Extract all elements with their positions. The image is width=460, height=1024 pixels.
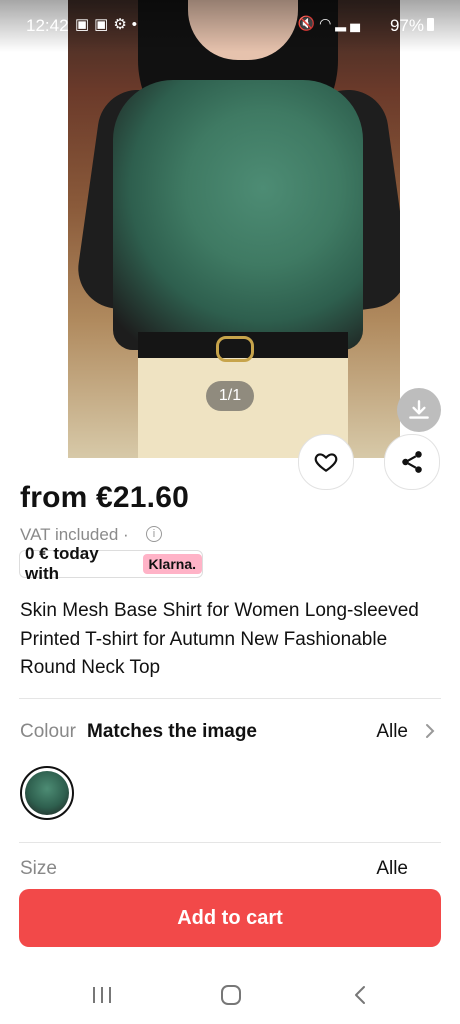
vat-label: VAT included	[20, 525, 119, 544]
size-label: Size	[20, 858, 57, 879]
chevron-right-icon[interactable]	[424, 722, 436, 745]
recent-apps-button[interactable]	[82, 978, 122, 1012]
product-price: from €21.60	[20, 481, 189, 514]
download-button[interactable]	[397, 388, 441, 432]
status-bar: 12:42 ▣▣⚙• 🔇◠▂▄ 97%	[0, 0, 460, 52]
swatch-image	[25, 771, 69, 815]
divider	[19, 842, 441, 843]
search-button[interactable]	[408, 53, 444, 89]
divider	[19, 698, 441, 699]
colour-all-link[interactable]: Alle	[376, 721, 408, 743]
search-icon	[415, 60, 437, 82]
info-icon[interactable]: i	[146, 526, 162, 542]
product-title: Skin Mesh Base Shirt for Women Long-slee…	[20, 600, 419, 678]
image-counter: 1/1	[206, 381, 254, 411]
size-all-link[interactable]: Alle	[376, 858, 408, 880]
colour-value: Matches the image	[87, 721, 257, 742]
home-button[interactable]	[211, 978, 251, 1012]
colour-swatch-selected[interactable]	[20, 766, 74, 820]
share-button[interactable]	[384, 434, 440, 490]
nav-back-icon	[355, 986, 365, 1004]
heart-icon	[314, 453, 338, 472]
klarna-badge[interactable]: 0 € today with Klarna.	[19, 544, 203, 583]
signal-icons: 🔇◠▂▄	[297, 15, 364, 31]
back-arrow-icon	[23, 62, 43, 80]
add-to-cart-button[interactable]: Add to cart	[19, 889, 441, 947]
photo-shirt	[113, 80, 363, 350]
battery-icon	[427, 18, 434, 31]
klarna-logo: Klarna.	[142, 554, 202, 574]
home-icon	[221, 985, 241, 1005]
wishlist-button[interactable]	[298, 434, 354, 490]
notification-icons: ▣▣⚙•	[75, 16, 143, 33]
klarna-text: 0 € today with	[25, 544, 99, 583]
battery-level: 97%	[389, 16, 424, 35]
back-button[interactable]	[15, 53, 51, 89]
nav-back-button[interactable]	[340, 978, 380, 1012]
colour-label: Colour	[20, 721, 76, 742]
status-time: 12:42	[26, 16, 69, 35]
vat-note: VAT included ·	[20, 525, 129, 544]
photo-buckle	[216, 336, 254, 362]
recent-apps-icon	[93, 987, 111, 1003]
share-icon	[402, 451, 422, 473]
download-icon	[409, 400, 429, 419]
